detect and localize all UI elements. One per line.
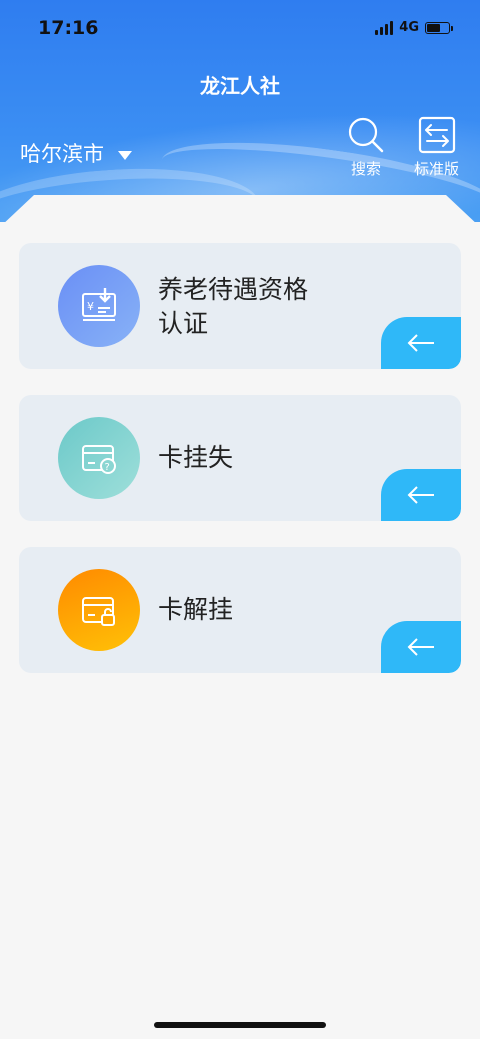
service-label: 养老待遇资格认证 [158, 275, 309, 338]
arrow-left-icon [407, 638, 434, 656]
search-icon [348, 117, 384, 153]
service-card-report-loss[interactable]: ? 卡挂失 [19, 395, 461, 521]
pension-certificate-icon: ¥ [58, 265, 140, 347]
svg-text:?: ? [105, 462, 110, 473]
service-card-pension-certification[interactable]: ¥ 养老待遇资格认证 [19, 243, 461, 369]
card-report-loss-icon: ? [58, 417, 140, 499]
arrow-left-icon [407, 486, 434, 504]
switch-icon [418, 116, 455, 154]
app-screen: 17:16 4G 龙江人社 哈尔滨市 搜索 标准版 ¥ 养老待遇资格认证 ? 卡… [0, 0, 480, 1039]
go-button[interactable] [381, 621, 461, 673]
search-button[interactable]: 搜索 [346, 116, 386, 179]
caret-down-icon [118, 150, 132, 160]
signal-icon [375, 20, 394, 35]
service-label: 卡挂失 [158, 443, 234, 472]
arrow-left-icon [407, 334, 434, 352]
card-unlock-icon [58, 569, 140, 651]
status-indicators: 4G [375, 20, 453, 35]
battery-icon [425, 21, 453, 34]
home-indicator[interactable] [154, 1022, 326, 1028]
search-label: 搜索 [350, 160, 381, 178]
header: 17:16 4G 龙江人社 哈尔滨市 搜索 标准版 [0, 0, 480, 222]
service-card-unlock[interactable]: 卡解挂 [19, 547, 461, 673]
service-label: 卡解挂 [158, 595, 234, 624]
go-button[interactable] [381, 469, 461, 521]
network-type: 4G [399, 20, 419, 35]
status-bar: 17:16 4G [0, 0, 480, 56]
version-label: 标准版 [414, 160, 460, 178]
go-button[interactable] [381, 317, 461, 369]
city-name: 哈尔滨市 [20, 142, 104, 166]
page-title: 龙江人社 [200, 74, 280, 98]
svg-text:¥: ¥ [87, 300, 94, 313]
city-selector[interactable]: 哈尔滨市 [20, 138, 132, 168]
version-switch-button[interactable]: 标准版 [414, 116, 459, 179]
status-time: 17:16 [38, 17, 99, 39]
